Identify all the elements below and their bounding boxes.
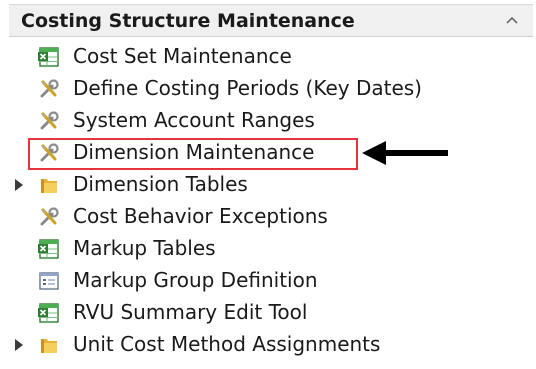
tree-item-cost-set-maintenance[interactable]: Cost Set Maintenance	[0, 42, 460, 72]
tree-item-unit-cost-method-assignments[interactable]: Unit Cost Method Assignments	[0, 330, 460, 360]
tools-icon	[38, 110, 60, 132]
panel-title: Costing Structure Maintenance	[21, 10, 355, 32]
expand-arrow-icon[interactable]	[14, 339, 24, 351]
highlight-box	[28, 138, 358, 170]
tree-item-label: Cost Set Maintenance	[73, 44, 292, 68]
spreadsheet-icon	[38, 46, 60, 68]
tree-item-label: Dimension Tables	[73, 172, 248, 196]
tree-item-label: Unit Cost Method Assignments	[73, 332, 381, 356]
folder-icon	[38, 334, 60, 356]
folder-icon	[38, 174, 60, 196]
tree-item-define-costing-periods[interactable]: Define Costing Periods (Key Dates)	[0, 74, 460, 104]
expand-arrow-icon[interactable]	[14, 179, 24, 191]
tree-item-label: Define Costing Periods (Key Dates)	[73, 76, 422, 100]
form-icon	[38, 270, 60, 292]
left-arrow-icon	[360, 140, 450, 166]
tree-item-label: Markup Group Definition	[73, 268, 318, 292]
tree-item-cost-behavior-exceptions[interactable]: Cost Behavior Exceptions	[0, 202, 460, 232]
tree-item-markup-group-definition[interactable]: Markup Group Definition	[0, 266, 460, 296]
tree-item-label: RVU Summary Edit Tool	[73, 300, 308, 324]
chevron-up-icon[interactable]	[501, 9, 523, 31]
tools-icon	[38, 78, 60, 100]
tree-item-label: Markup Tables	[73, 236, 216, 260]
tree-item-label: System Account Ranges	[73, 108, 315, 132]
tree-item-label: Cost Behavior Exceptions	[73, 204, 328, 228]
spreadsheet-icon	[38, 302, 60, 324]
tree-item-dimension-tables[interactable]: Dimension Tables	[0, 170, 460, 200]
tools-icon	[38, 206, 60, 228]
panel-header[interactable]: Costing Structure Maintenance	[9, 4, 533, 37]
spreadsheet-icon	[38, 238, 60, 260]
tree-item-system-account-ranges[interactable]: System Account Ranges	[0, 106, 460, 136]
tree-item-markup-tables[interactable]: Markup Tables	[0, 234, 460, 264]
tree-item-rvu-summary-edit-tool[interactable]: RVU Summary Edit Tool	[0, 298, 460, 328]
